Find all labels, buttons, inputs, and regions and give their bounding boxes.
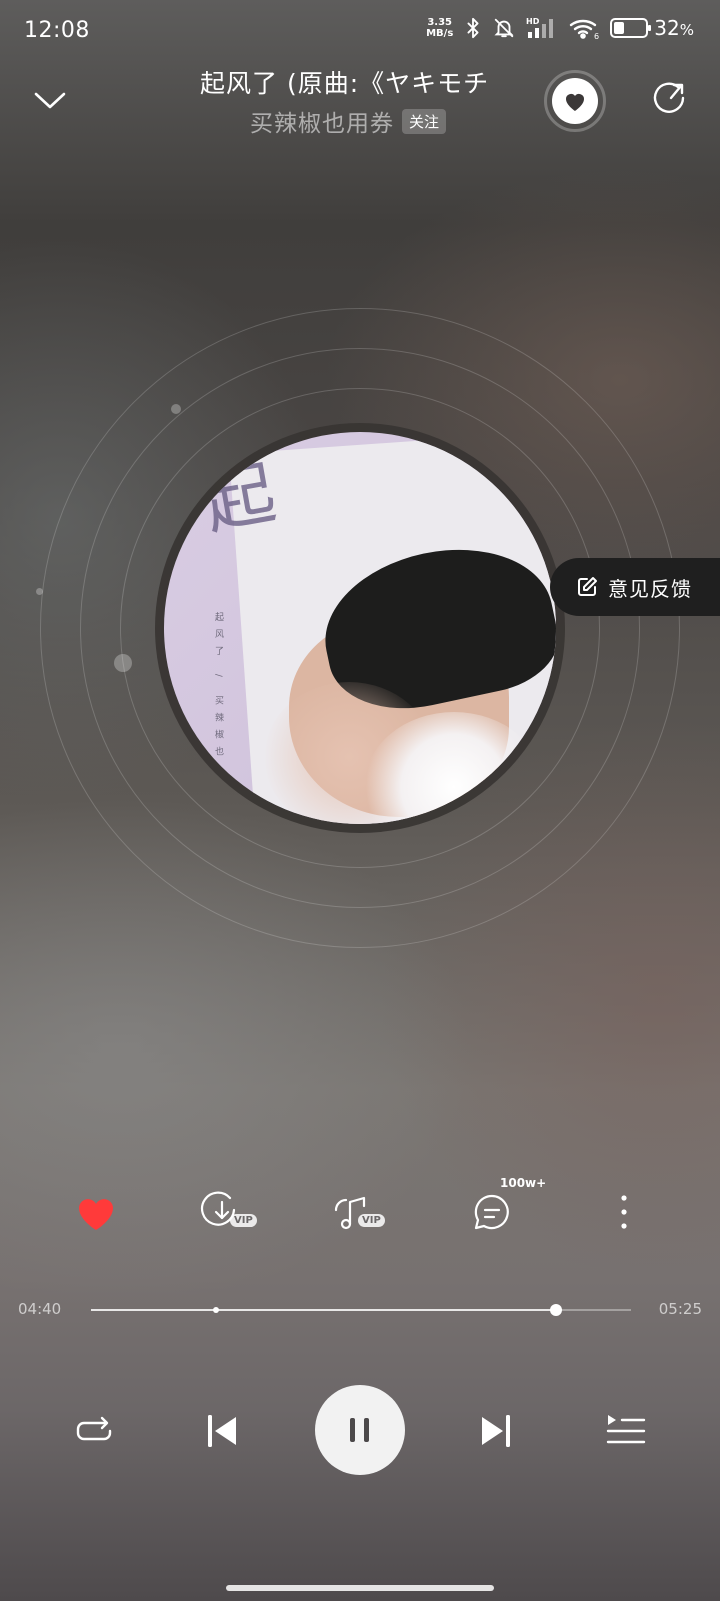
network-speed: 3.35 MB/s	[426, 17, 453, 39]
hd-label: HD	[526, 17, 540, 26]
network-speed-unit: MB/s	[426, 28, 454, 39]
comment-icon	[474, 1194, 509, 1230]
network-speed-value: 3.35	[427, 17, 453, 28]
progress-thumb[interactable]	[550, 1304, 563, 1316]
mute-bell-icon	[494, 18, 514, 38]
favorite-button[interactable]	[544, 70, 606, 132]
progress-marker	[213, 1307, 220, 1313]
heart-icon	[566, 94, 584, 111]
bluetooth-icon	[467, 17, 479, 39]
follow-button[interactable]: 关注	[402, 108, 447, 134]
share-icon[interactable]	[650, 78, 690, 118]
playback-controls	[0, 1385, 720, 1475]
wifi-label: 6	[594, 32, 599, 40]
battery-level	[614, 22, 624, 34]
progress-fill	[91, 1309, 557, 1311]
vip-badge: VIP	[358, 1214, 385, 1227]
battery-icon	[610, 18, 652, 38]
download-button[interactable]: VIP	[200, 1190, 260, 1234]
action-row: VIP VIP 100w+	[0, 1176, 720, 1240]
disc-dot	[171, 404, 181, 414]
battery-percent: 32%	[654, 16, 694, 40]
battery: 32%	[610, 16, 694, 40]
album-art-vertical-text: 起风了 / 买辣椒也	[213, 612, 223, 764]
ringtone-button[interactable]: VIP	[332, 1190, 392, 1234]
home-indicator[interactable]	[226, 1585, 494, 1591]
total-time: 05:25	[658, 1300, 702, 1318]
like-heart-icon[interactable]	[66, 1190, 126, 1234]
artist-row: 买辣椒也用券 关注	[250, 104, 447, 138]
feedback-label: 意见反馈	[608, 576, 692, 601]
disc-dot	[36, 588, 43, 595]
song-title[interactable]: 起风了 (原曲:《ヤキモチ	[200, 64, 520, 100]
wifi-icon: 6	[570, 19, 599, 40]
pause-button[interactable]	[315, 1385, 405, 1475]
more-vertical-icon[interactable]	[614, 1192, 634, 1232]
skip-previous-icon[interactable]	[200, 1409, 244, 1453]
status-bar: 12:08 3.35 MB/s HD 6 32%	[0, 0, 720, 64]
playlist-icon[interactable]	[604, 1409, 648, 1453]
artist-name[interactable]: 买辣椒也用券	[250, 104, 394, 138]
edit-icon	[578, 577, 597, 596]
progress-bar[interactable]	[91, 1304, 631, 1316]
feedback-button[interactable]: 意见反馈	[550, 558, 720, 616]
skip-next-icon[interactable]	[474, 1409, 518, 1453]
download-icon	[200, 1191, 236, 1226]
album-art-frame[interactable]: 起 起风了 / 买辣椒也	[155, 423, 565, 833]
status-icons: 3.35 MB/s HD 6 32%	[426, 16, 694, 40]
disc-dot	[114, 654, 132, 672]
player-header: 起风了 (原曲:《ヤキモチ 买辣椒也用券 关注	[0, 64, 720, 144]
album-disc: 起 起风了 / 买辣椒也	[36, 308, 680, 948]
progress-row: 04:40 05:25	[0, 1300, 720, 1330]
chevron-down-icon[interactable]	[30, 80, 70, 120]
album-art: 起 起风了 / 买辣椒也	[164, 432, 556, 824]
pause-icon	[350, 1418, 369, 1442]
signal-icon: HD	[526, 17, 554, 38]
vip-badge: VIP	[230, 1214, 257, 1227]
comment-button[interactable]	[470, 1190, 530, 1234]
current-time: 04:40	[18, 1300, 62, 1318]
status-time: 12:08	[24, 18, 90, 43]
repeat-icon[interactable]	[72, 1409, 116, 1453]
comment-count: 100w+	[500, 1176, 547, 1190]
music-note-icon	[334, 1196, 366, 1230]
